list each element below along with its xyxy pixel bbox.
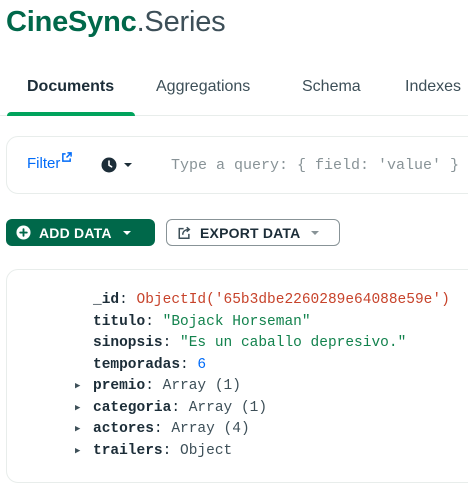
field-value: Array (1) <box>188 399 268 416</box>
active-tab-indicator <box>7 112 135 116</box>
tab-indexes[interactable]: Indexes <box>405 78 461 96</box>
page-title: CineSync.Series <box>6 6 226 39</box>
external-link-icon <box>62 152 73 162</box>
query-input[interactable] <box>171 153 468 177</box>
chevron-down-icon <box>311 230 320 235</box>
field-value: Object <box>180 442 233 459</box>
field-value: "Es un caballo depresivo." <box>180 335 407 351</box>
field-key: trailers <box>93 442 163 459</box>
field-key: _id <box>93 292 120 308</box>
field-row-trailers[interactable]: ▶ trailers: Object <box>7 441 468 463</box>
tab-aggregations[interactable]: Aggregations <box>156 78 250 96</box>
field-row-sinopsis: sinopsis: "Es un caballo depresivo." <box>93 335 407 351</box>
collection-tabs: Documents Aggregations Schema Indexes <box>0 62 468 116</box>
field-row-temporadas: temporadas: 6 <box>93 356 207 373</box>
query-bar: Filter <box>6 136 468 194</box>
field-value: "Bojack Horseman" <box>162 313 311 330</box>
chevron-down-icon <box>122 230 131 235</box>
document-card: _id: ObjectId('65b3dbe2260289e64088e59e'… <box>6 269 468 483</box>
expand-arrow-icon[interactable]: ▶ <box>75 398 80 420</box>
database-name: CineSync <box>6 6 137 38</box>
field-row-premio[interactable]: ▶ premio: Array (1) <box>7 376 468 398</box>
field-row-titulo: titulo: "Bojack Horseman" <box>93 313 311 330</box>
collection-name: Series <box>144 6 226 38</box>
field-value: Array (1) <box>162 378 241 394</box>
field-value: 6 <box>197 356 207 373</box>
field-value: ObjectId('65b3dbe2260289e64088e59e') <box>136 292 450 308</box>
expand-arrow-icon[interactable]: ▶ <box>75 376 80 398</box>
expand-arrow-icon[interactable]: ▶ <box>75 441 80 463</box>
field-row-actores[interactable]: ▶ actores: Array (4) <box>7 419 468 441</box>
expand-arrow-icon[interactable]: ▶ <box>75 419 80 441</box>
query-history-button[interactable] <box>101 155 141 175</box>
plus-circle-icon <box>16 225 31 240</box>
tab-documents[interactable]: Documents <box>27 78 114 96</box>
document-fields: _id: ObjectId('65b3dbe2260289e64088e59e'… <box>7 290 468 462</box>
add-data-button[interactable]: ADD DATA <box>6 219 155 246</box>
chevron-down-icon <box>124 163 132 167</box>
field-value: Array (4) <box>171 421 250 437</box>
export-icon <box>178 226 191 239</box>
export-data-label: EXPORT DATA <box>200 224 301 241</box>
field-key: temporadas <box>93 356 181 373</box>
add-data-label: ADD DATA <box>39 224 112 241</box>
clock-icon <box>101 157 117 173</box>
field-key: premio <box>93 378 146 394</box>
field-key: titulo <box>93 313 146 330</box>
field-key: categoria <box>93 399 172 416</box>
filter-docs-link[interactable]: Filter <box>27 152 73 172</box>
field-row-id: _id: ObjectId('65b3dbe2260289e64088e59e'… <box>93 292 450 308</box>
field-row-categoria[interactable]: ▶ categoria: Array (1) <box>7 398 468 420</box>
export-data-button[interactable]: EXPORT DATA <box>166 219 340 246</box>
tab-schema[interactable]: Schema <box>302 78 361 96</box>
field-key: sinopsis <box>93 335 163 351</box>
field-key: actores <box>93 421 154 437</box>
filter-label: Filter <box>27 155 61 172</box>
